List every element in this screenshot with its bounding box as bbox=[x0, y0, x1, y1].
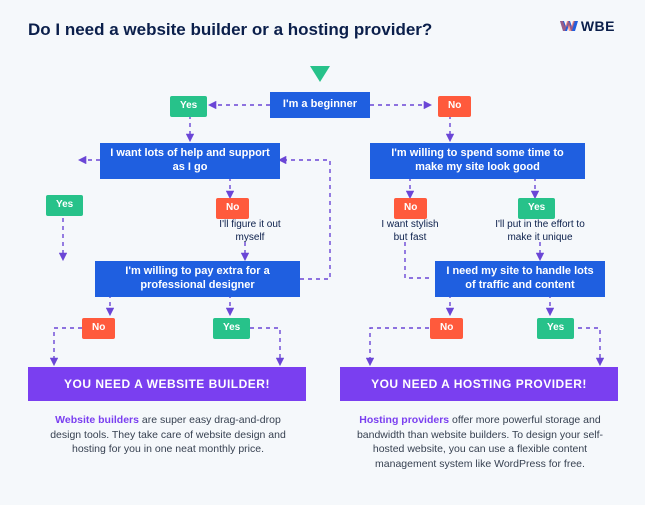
pill-beginner-no: No bbox=[438, 96, 471, 117]
desc-builder: Website builders are super easy drag-and… bbox=[48, 413, 288, 457]
pill-help-yes: Yes bbox=[46, 195, 83, 216]
node-beginner: I'm a beginner bbox=[270, 92, 370, 118]
pill-help-no: No bbox=[216, 198, 249, 219]
pill-spend-no: No bbox=[394, 198, 427, 219]
node-help: I want lots of help and support as I go bbox=[100, 143, 280, 179]
node-payextra: I'm willing to pay extra for a professio… bbox=[95, 261, 300, 297]
conclusion-hosting: YOU NEED A HOSTING PROVIDER! bbox=[340, 367, 618, 401]
start-arrow-icon bbox=[310, 66, 330, 82]
pill-pay-yes: Yes bbox=[213, 318, 250, 339]
pill-traffic-yes: Yes bbox=[537, 318, 574, 339]
node-traffic: I need my site to handle lots of traffic… bbox=[435, 261, 605, 297]
pill-traffic-no: No bbox=[430, 318, 463, 339]
cap-effort: I'll put in the effort to make it unique bbox=[490, 218, 590, 244]
desc-hosting: Hosting providers offer more powerful st… bbox=[350, 413, 610, 472]
brand-logo: WBE bbox=[560, 18, 615, 34]
cap-stylish: I want stylish but fast bbox=[375, 218, 445, 244]
cap-figure: I'll figure it out myself bbox=[210, 218, 290, 244]
node-spend: I'm willing to spend some time to make m… bbox=[370, 143, 585, 179]
pill-beginner-yes: Yes bbox=[170, 96, 207, 117]
conclusion-builder: YOU NEED A WEBSITE BUILDER! bbox=[28, 367, 306, 401]
page-title: Do I need a website builder or a hosting… bbox=[28, 20, 617, 40]
pill-pay-no: No bbox=[82, 318, 115, 339]
pill-spend-yes: Yes bbox=[518, 198, 555, 219]
